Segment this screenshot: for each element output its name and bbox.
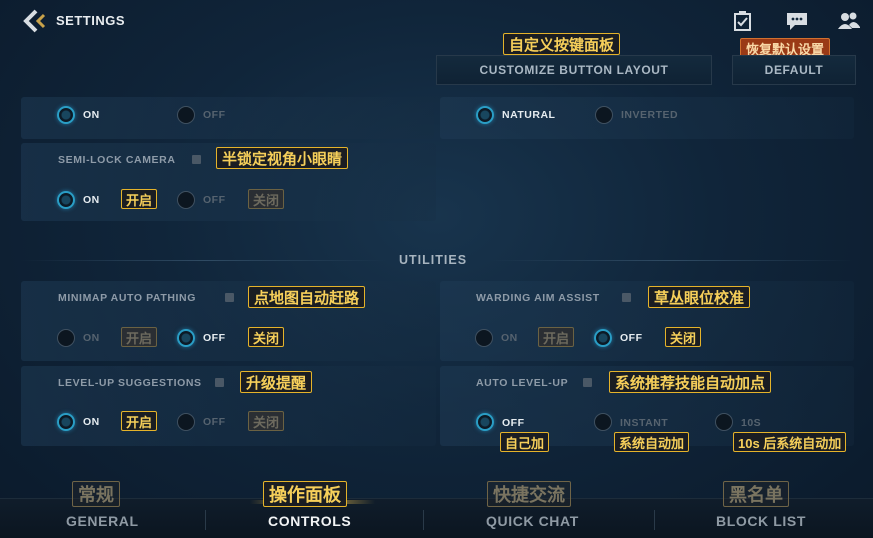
- auto-level-up-instant-radio[interactable]: [594, 413, 612, 431]
- checklist-button[interactable]: [731, 10, 755, 32]
- semi-lock-off-radio[interactable]: [177, 191, 195, 209]
- back-chevron-icon: [23, 9, 46, 33]
- customize-button-layout-button[interactable]: CUSTOMIZE BUTTON LAYOUT: [436, 55, 712, 85]
- minimap-on-label: ON: [83, 332, 100, 344]
- tab-controls-annotation: 操作面板: [263, 481, 347, 507]
- friends-button[interactable]: [837, 10, 861, 32]
- level-up-suggestions-off-annotation: 关闭: [248, 411, 285, 431]
- info-icon[interactable]: [583, 378, 592, 387]
- divider: [20, 260, 390, 261]
- level-up-suggestions-off-label: OFF: [203, 416, 226, 428]
- info-icon[interactable]: [192, 155, 201, 164]
- page-title: SETTINGS: [56, 13, 126, 28]
- level-up-suggestions-label: LEVEL-UP SUGGESTIONS: [58, 377, 202, 389]
- divider: [423, 510, 424, 530]
- tab-block-list-annotation: 黑名单: [723, 481, 789, 507]
- tab-general-annotation: 常规: [72, 481, 120, 507]
- semi-lock-off-label: OFF: [203, 194, 226, 206]
- auto-level-up-10s-label: 10S: [741, 417, 762, 429]
- level-up-suggestions-on-label: ON: [83, 416, 100, 428]
- divider: [488, 260, 854, 261]
- warding-off-label: OFF: [620, 332, 643, 344]
- divider: [205, 510, 206, 530]
- semi-lock-annotation: 半锁定视角小眼睛: [216, 147, 349, 169]
- camera-on-label: ON: [83, 109, 100, 121]
- default-button[interactable]: DEFAULT: [732, 55, 856, 85]
- info-icon[interactable]: [215, 378, 224, 387]
- minimap-off-label: OFF: [203, 332, 226, 344]
- minimap-off-annotation: 关闭: [248, 327, 285, 347]
- auto-level-up-off-radio[interactable]: [476, 413, 494, 431]
- minimap-off-radio[interactable]: [177, 329, 195, 347]
- level-up-suggestions-off-radio[interactable]: [177, 413, 195, 431]
- info-icon[interactable]: [225, 293, 234, 302]
- warding-off-radio[interactable]: [594, 329, 612, 347]
- warding-off-annotation: 关闭: [665, 327, 702, 347]
- auto-level-up-instant-label: INSTANT: [620, 417, 669, 429]
- inverted-radio[interactable]: [595, 106, 613, 124]
- divider: [654, 510, 655, 530]
- auto-level-up-10s-radio[interactable]: [715, 413, 733, 431]
- semi-lock-on-label: ON: [83, 194, 100, 206]
- auto-level-up-off-label: OFF: [502, 417, 525, 429]
- minimap-auto-pathing-label: MINIMAP AUTO PATHING: [58, 292, 196, 304]
- warding-annotation: 草丛眼位校准: [648, 286, 751, 308]
- friends-icon: [838, 12, 860, 29]
- utilities-title: UTILITIES: [399, 253, 468, 267]
- semi-lock-on-radio[interactable]: [57, 191, 75, 209]
- customize-annotation: 自定义按键面板: [503, 33, 621, 55]
- minimap-annotation: 点地图自动赶路: [248, 286, 366, 308]
- level-up-suggestions-annotation: 升级提醒: [240, 371, 313, 393]
- warding-on-radio[interactable]: [475, 329, 493, 347]
- minimap-on-annotation: 开启: [121, 327, 158, 347]
- auto-level-up-10s-annotation: 10s 后系统自动加: [733, 432, 847, 452]
- camera-off-label: OFF: [203, 109, 226, 121]
- inverted-label: INVERTED: [621, 109, 679, 121]
- tab-general[interactable]: GENERAL: [66, 513, 139, 529]
- semi-lock-off-annotation: 关闭: [248, 189, 285, 209]
- chat-button[interactable]: [785, 10, 809, 32]
- checklist-icon: [734, 11, 751, 31]
- tab-quick-chat-annotation: 快捷交流: [487, 481, 571, 507]
- semi-lock-on-annotation: 开启: [121, 189, 158, 209]
- level-up-suggestions-on-annotation: 开启: [121, 411, 158, 431]
- tab-controls[interactable]: CONTROLS: [268, 513, 351, 529]
- natural-label: NATURAL: [502, 109, 556, 121]
- camera-off-radio[interactable]: [177, 106, 195, 124]
- tab-block-list[interactable]: BLOCK LIST: [716, 513, 806, 529]
- semi-lock-camera-label: SEMI-LOCK CAMERA: [58, 154, 176, 166]
- info-icon[interactable]: [622, 293, 631, 302]
- chat-icon: [787, 13, 807, 30]
- warding-aim-assist-label: WARDING AIM ASSIST: [476, 292, 600, 304]
- warding-on-label: ON: [501, 332, 518, 344]
- minimap-on-radio[interactable]: [57, 329, 75, 347]
- auto-level-up-off-annotation: 自己加: [500, 432, 550, 452]
- natural-radio[interactable]: [476, 106, 494, 124]
- auto-level-up-annotation: 系统推荐技能自动加点: [609, 371, 772, 393]
- back-button[interactable]: [22, 9, 50, 33]
- tab-quick-chat[interactable]: QUICK CHAT: [486, 513, 579, 529]
- auto-level-up-label: AUTO LEVEL-UP: [476, 377, 569, 389]
- auto-level-up-instant-annotation: 系统自动加: [614, 432, 690, 452]
- camera-on-radio[interactable]: [57, 106, 75, 124]
- warding-on-annotation: 开启: [538, 327, 575, 347]
- level-up-suggestions-on-radio[interactable]: [57, 413, 75, 431]
